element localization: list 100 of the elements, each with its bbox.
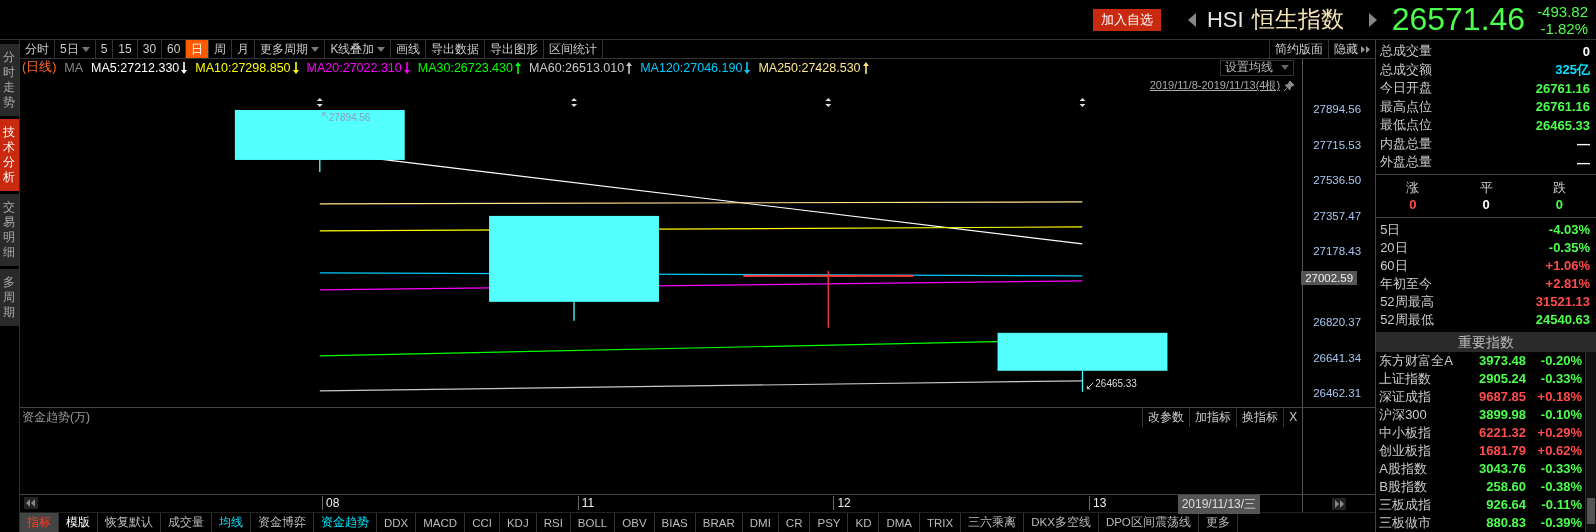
side-tab[interactable]: 分时走势 [0, 44, 19, 116]
breadth-label: 平 [1479, 178, 1493, 196]
axis-label: 27357.47 [1313, 209, 1362, 222]
indicator-tab[interactable]: DMI [742, 513, 779, 532]
axis-label: 27178.43 [1313, 245, 1362, 257]
stat-label: 总成交额 [1380, 60, 1433, 79]
double-chevron-icon [1361, 45, 1371, 53]
pane-button[interactable]: 加指标 [1189, 407, 1237, 427]
indicator-tab[interactable]: DPO区间震荡线 [1098, 513, 1199, 532]
ma-value: MA30:26723.430 [417, 60, 513, 75]
period-label: 52周最低 [1380, 310, 1434, 329]
toolbar-tab[interactable]: 分时 [20, 40, 55, 58]
period-label: 年初至今 [1380, 274, 1433, 293]
next-icon[interactable] [1367, 11, 1378, 28]
index-row[interactable]: 沪深300 3899.98 -0.10% [1379, 405, 1582, 424]
indicator-tab[interactable]: 模版 [59, 513, 98, 532]
indicator-tab[interactable]: DMA [879, 513, 921, 532]
stat-label: 今日开盘 [1380, 79, 1433, 98]
index-row[interactable]: 三板成指 926.64 -0.11% [1379, 495, 1582, 514]
toolbar-tab[interactable]: 更多周期 [255, 40, 326, 58]
indicator-tab[interactable]: BRAR [695, 513, 743, 532]
date-range-link[interactable]: 2019/11/8-2019/11/13(4根) [1149, 78, 1281, 94]
toolbar-tab[interactable]: 导出图形 [485, 40, 545, 58]
index-row[interactable]: 深证成指 9687.85 +0.18% [1379, 387, 1582, 406]
double-arrow-icon [1079, 98, 1086, 108]
indicator-tab[interactable]: BOLL [570, 513, 616, 532]
indicator-tab[interactable]: OBV [615, 513, 655, 532]
index-row[interactable]: 创业板指 1681.79 +0.62% [1379, 441, 1582, 460]
ma-settings-dropdown[interactable]: 设置均线 [1220, 59, 1295, 76]
toolbar-tab[interactable]: 画线 [391, 40, 427, 58]
toolbar-tab[interactable]: 区间统计 [544, 40, 604, 58]
indicator-tab[interactable]: 恢复默认 [98, 513, 161, 532]
stat-value: 26465.33 [1535, 117, 1590, 133]
indicator-tab[interactable]: DKX多空线 [1024, 513, 1099, 532]
stat-value: — [1577, 154, 1590, 170]
hide-button[interactable]: 隐藏 [1328, 40, 1376, 58]
indicator-tab[interactable]: DDX [377, 513, 417, 532]
ma-value: MA10:27298.850 [195, 60, 291, 75]
add-to-watchlist-button[interactable]: 加入自选 [1092, 8, 1161, 31]
indicator-tab[interactable]: CR [778, 513, 811, 532]
indicator-tab[interactable]: 成交量 [161, 513, 212, 532]
index-row[interactable]: 东方财富全A 3973.48 -0.20% [1379, 351, 1582, 370]
index-price: 26571.46 [1391, 1, 1526, 38]
indicator-tab[interactable]: PSY [810, 513, 849, 532]
axis-label: 26462.31 [1313, 387, 1362, 399]
stat-label: 外盘总量 [1380, 153, 1433, 172]
indicator-tab[interactable]: 三六乘离 [961, 513, 1025, 532]
side-tab[interactable]: 交易明细 [0, 194, 19, 266]
indicator-tab[interactable]: MACD [416, 513, 466, 532]
period-label: 60日 [1380, 256, 1408, 275]
price-tag: 27002.59 [1301, 270, 1358, 285]
close-button[interactable]: X [1283, 407, 1303, 427]
toolbar-tab[interactable]: 导出数据 [426, 40, 486, 58]
return-value: +1.06% [1545, 258, 1590, 273]
indicator-tab[interactable]: KD [848, 513, 880, 532]
toolbar-tab[interactable]: 周 [209, 40, 233, 58]
pane-button[interactable]: 换指标 [1236, 407, 1284, 427]
previous-icon[interactable] [1186, 11, 1197, 28]
layout-button[interactable]: 简约版面 [1269, 40, 1329, 58]
pane-button[interactable]: 改参数 [1142, 407, 1190, 427]
indicator-tab[interactable]: TRIX [920, 513, 962, 532]
toolbar-tab[interactable]: 5 [95, 40, 114, 58]
indicator-tab[interactable]: 资金博弈 [251, 513, 314, 532]
indicator-tab[interactable]: 均线 [212, 513, 251, 532]
stat-value: 0 [1582, 43, 1590, 59]
return-value: 31521.13 [1535, 294, 1590, 309]
toolbar-tab[interactable]: 月 [232, 40, 256, 58]
index-row[interactable]: 中小板指 6221.32 +0.29% [1379, 423, 1582, 442]
period-label: 52周最高 [1380, 292, 1434, 311]
period-label: 5日 [1380, 220, 1401, 239]
breadth-count: 0 [1409, 195, 1417, 213]
index-row[interactable]: B股指数 258.60 -0.38% [1379, 477, 1582, 496]
breadth-label: 跌 [1552, 178, 1566, 196]
return-value: 24540.63 [1535, 312, 1590, 327]
double-arrow-icon [571, 98, 577, 108]
section-header: 重要指数 [1376, 331, 1596, 352]
index-row[interactable]: 三板做市 880.83 -0.39% [1379, 513, 1582, 532]
axis-label: 26820.37 [1313, 316, 1362, 328]
fast-forward-icon[interactable] [1332, 497, 1347, 510]
index-row[interactable]: A股指数 3043.76 -0.33% [1379, 459, 1582, 478]
indicator-tab[interactable]: BIAS [654, 513, 696, 532]
side-tab[interactable]: 技术分析 [0, 119, 19, 191]
toolbar-tab[interactable]: 30 [137, 40, 163, 58]
scrollbar[interactable] [1585, 351, 1596, 532]
index-row[interactable]: 上证指数 2905.24 -0.33% [1379, 369, 1582, 388]
pin-icon[interactable] [1284, 80, 1295, 91]
indicator-tab[interactable]: RSI [536, 513, 571, 532]
indicator-tab[interactable]: CCI [465, 513, 500, 532]
axis-label: 11 [577, 496, 595, 511]
rewind-icon[interactable] [24, 497, 38, 510]
price-annotation: 27894.56 [322, 112, 371, 124]
toolbar-tab[interactable]: 15 [113, 40, 138, 58]
indicator-tab[interactable]: KDJ [499, 513, 537, 532]
side-tab[interactable]: 多周期 [0, 269, 19, 326]
toolbar-tab[interactable]: K线叠加 [325, 40, 392, 58]
breadth-count: 0 [1482, 195, 1490, 213]
toolbar-tab[interactable]: 5日 [55, 40, 96, 58]
indicator-tab[interactable]: 资金趋势 [314, 513, 377, 532]
indicator-tab[interactable]: 更多 [1198, 513, 1238, 532]
axis-label: 27894.56 [1313, 103, 1362, 115]
